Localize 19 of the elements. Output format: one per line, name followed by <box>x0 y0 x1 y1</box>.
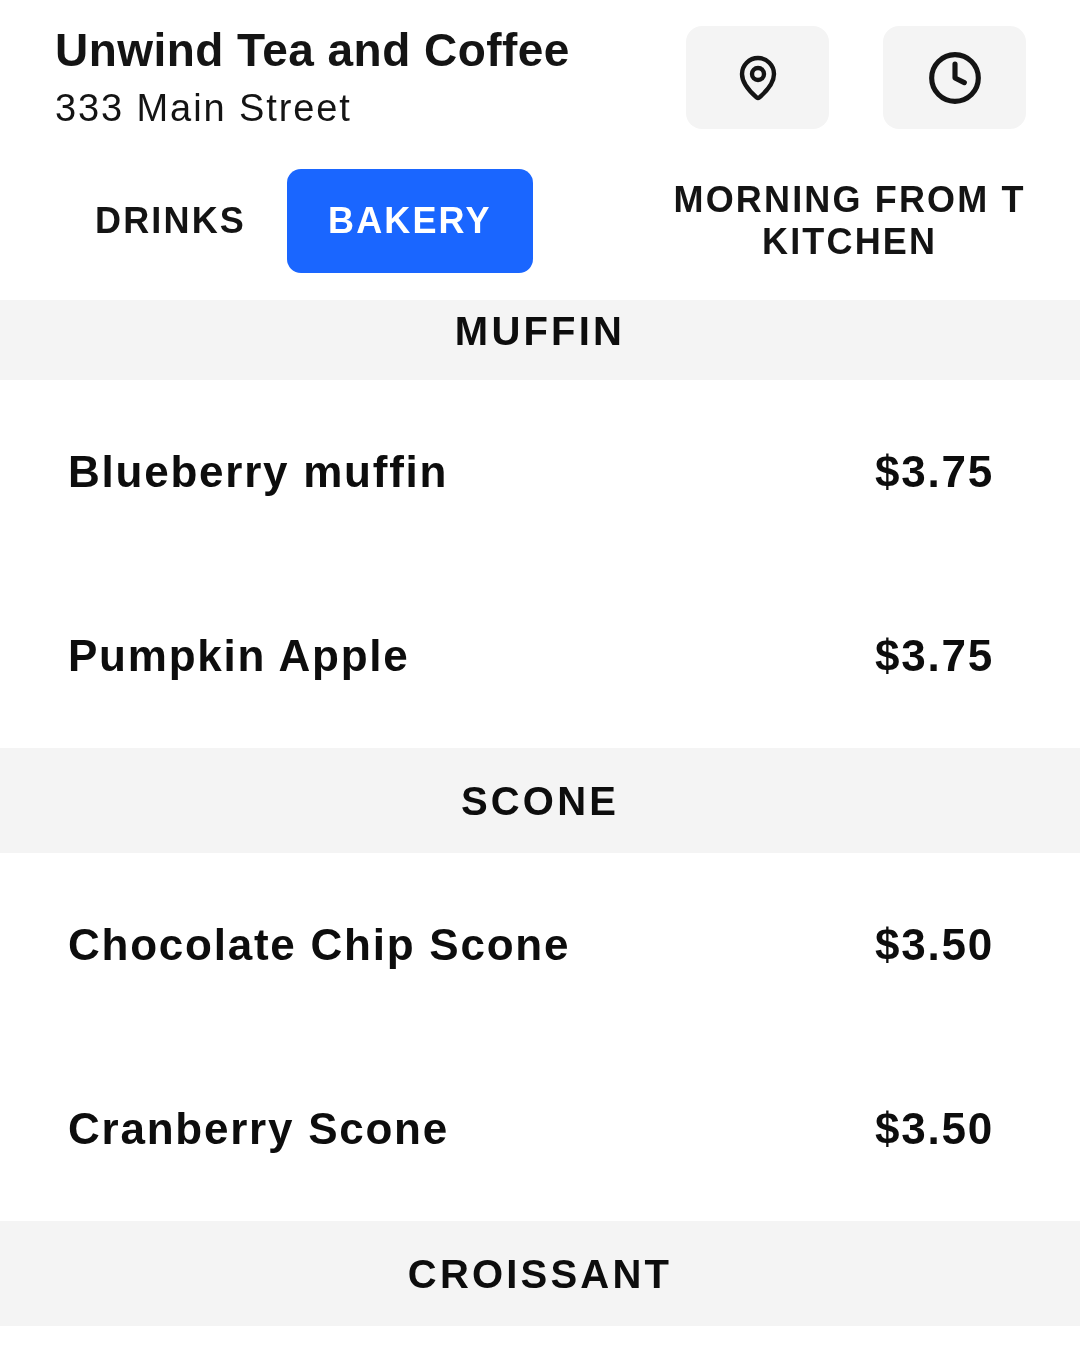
item-price: $3.75 <box>875 446 994 498</box>
section-title: MUFFIN <box>454 308 626 354</box>
item-name: Pumpkin Apple <box>68 630 410 682</box>
section-title: SCONE <box>460 777 620 824</box>
location-button[interactable] <box>686 26 829 129</box>
item-price: $3.75 <box>875 630 994 682</box>
category-tab[interactable]: DRINKS <box>54 169 287 273</box>
item-name: Chocolate Chip Scone <box>68 919 571 971</box>
section-title: CROISSANT <box>407 1250 673 1297</box>
shop-address: 333 Main Street <box>55 86 352 131</box>
item-price: $3.50 <box>875 1103 994 1155</box>
category-tab[interactable]: MORNING FROM T KITCHEN <box>644 169 1055 273</box>
clock-icon <box>926 49 983 106</box>
hours-button[interactable] <box>883 26 1026 129</box>
shop-name: Unwind Tea and Coffee <box>55 23 570 78</box>
category-tab[interactable]: BAKERY <box>286 169 533 273</box>
item-name: Blueberry muffin <box>68 446 449 498</box>
item-price: $3.50 <box>875 919 994 971</box>
item-name: Cranberry Scone <box>68 1103 449 1155</box>
